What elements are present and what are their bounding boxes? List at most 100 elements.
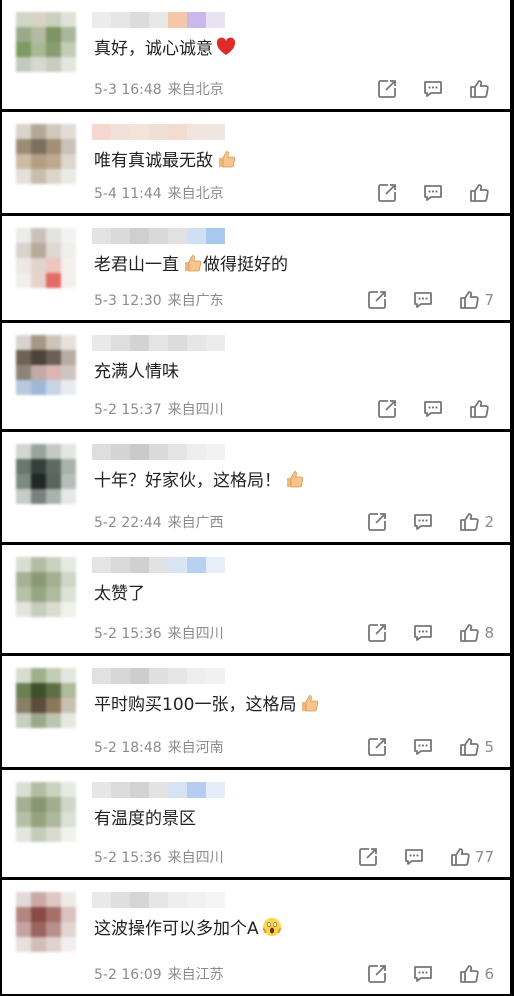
- location: 来自广西: [167, 515, 224, 531]
- username-blurred[interactable]: [92, 228, 282, 244]
- comment-card: 充满人情味 5-2 15:37 来自四川: [2, 323, 510, 429]
- reply-icon[interactable]: [412, 289, 434, 311]
- reply-icon[interactable]: [403, 846, 425, 868]
- reply-icon[interactable]: [422, 398, 444, 420]
- comment-actions: 77: [357, 845, 494, 869]
- red-heart-emoji-icon: [215, 36, 237, 58]
- thumbs-up-emoji-icon: [283, 468, 305, 490]
- share-icon[interactable]: [376, 182, 398, 204]
- reply-icon[interactable]: [422, 182, 444, 204]
- comment-text: 真好，诚心诚意: [94, 36, 237, 62]
- share-icon[interactable]: [366, 622, 388, 644]
- comment-card: 有温度的景区 5-2 15:36 来自四川 77: [2, 770, 510, 877]
- avatar[interactable]: [16, 124, 76, 184]
- comment-card: 太赞了 5-2 15:36 来自四川 8: [2, 545, 510, 653]
- comment-meta: 5-4 11:44 来自北京: [94, 183, 224, 203]
- comment-actions: 2: [366, 510, 494, 534]
- share-icon[interactable]: [357, 846, 379, 868]
- reply-icon[interactable]: [412, 511, 434, 533]
- like-count: 77: [474, 848, 494, 866]
- like-icon[interactable]: [458, 511, 480, 533]
- share-icon[interactable]: [366, 736, 388, 758]
- comment-meta: 5-2 22:44 来自广西: [94, 512, 224, 532]
- comment-text: 充满人情味: [94, 359, 179, 385]
- comment-meta: 5-2 15:36 来自四川: [94, 847, 224, 867]
- location: 来自四川: [167, 850, 224, 866]
- username-blurred[interactable]: [92, 892, 282, 908]
- like-icon[interactable]: [468, 398, 490, 420]
- comment-meta: 5-2 18:48 来自河南: [94, 737, 224, 757]
- avatar[interactable]: [16, 335, 76, 395]
- username-blurred[interactable]: [92, 668, 282, 684]
- comment-text: 太赞了: [94, 581, 145, 607]
- comment-card: 十年？好家伙，这格局！ 5-2 22:44 来自广西 2: [2, 432, 510, 542]
- scream-emoji-icon: [261, 916, 283, 938]
- comment-card: 唯有真诚最无敌 5-4 11:44 来自北京: [2, 112, 510, 213]
- timestamp: 5-2 15:37: [94, 402, 162, 418]
- avatar[interactable]: [16, 668, 76, 728]
- comment-list: 真好，诚心诚意 5-3 16:48 来自北京 唯有真诚最无敌 5-4 11:44 来自北…: [0, 0, 514, 996]
- share-icon[interactable]: [376, 398, 398, 420]
- avatar[interactable]: [16, 557, 76, 617]
- like-count: 2: [484, 513, 494, 531]
- location: 来自北京: [167, 186, 224, 202]
- location: 来自北京: [167, 82, 224, 98]
- avatar[interactable]: [16, 782, 76, 842]
- thumbs-up-emoji-icon: [181, 252, 203, 274]
- location: 来自四川: [167, 402, 224, 418]
- comment-body: 有温度的景区: [94, 809, 196, 829]
- comment-text: 唯有真诚最无敌: [94, 148, 237, 174]
- timestamp: 5-3 16:48: [94, 82, 162, 98]
- comment-body-continued: 做得挺好的: [203, 255, 288, 275]
- like-icon[interactable]: [458, 622, 480, 644]
- reply-icon[interactable]: [422, 78, 444, 100]
- comment-body: 平时购买100一张，这格局: [94, 695, 297, 715]
- timestamp: 5-2 15:36: [94, 626, 162, 642]
- avatar[interactable]: [16, 892, 76, 952]
- username-blurred[interactable]: [92, 557, 282, 573]
- username-blurred[interactable]: [92, 782, 282, 798]
- like-icon[interactable]: [449, 846, 471, 868]
- username-blurred[interactable]: [92, 444, 282, 460]
- share-icon[interactable]: [366, 511, 388, 533]
- share-icon[interactable]: [366, 289, 388, 311]
- comment-actions: 5: [366, 735, 494, 759]
- avatar[interactable]: [16, 12, 76, 72]
- timestamp: 5-4 11:44: [94, 186, 162, 202]
- like-icon[interactable]: [468, 78, 490, 100]
- comment-body: 老君山一直: [94, 255, 179, 275]
- share-icon[interactable]: [366, 963, 388, 985]
- comment-actions: [376, 397, 494, 421]
- comment-card: 老君山一直 做得挺好的 5-3 12:30 来自广东 7: [2, 216, 510, 320]
- avatar[interactable]: [16, 444, 76, 504]
- comment-card: 这波操作可以多加个A 5-2 16:09 来自江苏 6: [2, 880, 510, 994]
- like-icon[interactable]: [458, 963, 480, 985]
- timestamp: 5-2 22:44: [94, 515, 162, 531]
- comment-body: 充满人情味: [94, 362, 179, 382]
- username-blurred[interactable]: [92, 12, 282, 28]
- comment-actions: [376, 181, 494, 205]
- location: 来自江苏: [167, 967, 224, 983]
- like-icon[interactable]: [458, 736, 480, 758]
- comment-card: 平时购买100一张，这格局 5-2 18:48 来自河南 5: [2, 656, 510, 767]
- reply-icon[interactable]: [412, 622, 434, 644]
- timestamp: 5-2 15:36: [94, 850, 162, 866]
- username-blurred[interactable]: [92, 335, 282, 351]
- comment-actions: [376, 77, 494, 101]
- reply-icon[interactable]: [412, 736, 434, 758]
- avatar[interactable]: [16, 228, 76, 288]
- like-icon[interactable]: [458, 289, 480, 311]
- like-icon[interactable]: [468, 182, 490, 204]
- reply-icon[interactable]: [412, 963, 434, 985]
- username-blurred[interactable]: [92, 124, 282, 140]
- like-count: 7: [484, 291, 494, 309]
- thumbs-up-emoji-icon: [298, 692, 320, 714]
- comment-card: 真好，诚心诚意 5-3 16:48 来自北京: [2, 0, 510, 109]
- like-count: 5: [484, 738, 494, 756]
- comment-actions: 7: [366, 288, 494, 312]
- comment-body: 十年？好家伙，这格局！: [94, 471, 281, 491]
- location: 来自广东: [167, 293, 224, 309]
- location: 来自河南: [167, 740, 224, 756]
- share-icon[interactable]: [376, 78, 398, 100]
- thumbs-up-emoji-icon: [215, 148, 237, 170]
